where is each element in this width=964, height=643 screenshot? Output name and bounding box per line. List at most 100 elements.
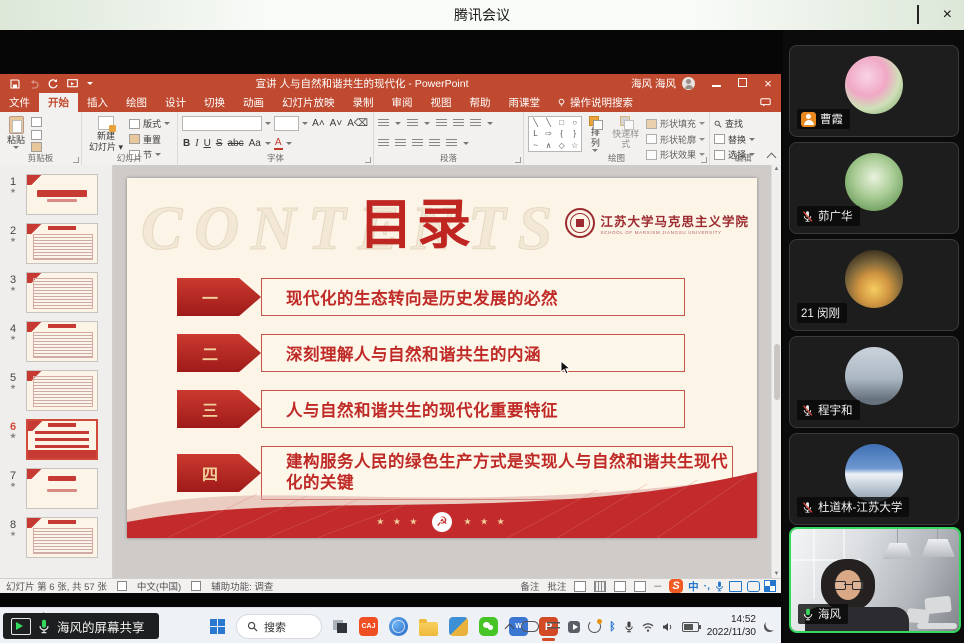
redo-icon[interactable] [48, 79, 58, 89]
thumbnail-slide-8[interactable]: 8★ [0, 517, 112, 558]
account-avatar[interactable] [682, 77, 695, 90]
thumbnail-slide-1[interactable]: 1★ [0, 174, 112, 215]
italic-button[interactable]: I [194, 138, 199, 149]
accessibility-icon[interactable] [191, 581, 201, 591]
strikethrough-button[interactable]: S [215, 138, 224, 149]
underline-button[interactable]: U [203, 138, 212, 149]
slideshow-icon[interactable] [67, 79, 78, 89]
spellcheck-icon[interactable] [117, 581, 127, 591]
language-indicator[interactable]: 中文(中国) [137, 579, 181, 593]
caj-viewer-icon[interactable]: CAJ [359, 617, 378, 636]
slide-sorter-view-button[interactable] [594, 581, 606, 592]
layout-button[interactable]: 版式 [129, 117, 170, 130]
tell-me-search[interactable]: 操作说明搜索 [549, 93, 641, 112]
increase-indent-button[interactable] [453, 119, 464, 128]
scroll-down-icon[interactable]: ▼ [774, 571, 780, 577]
comments-button[interactable]: 批注 [547, 579, 566, 593]
thumbnail-slide-5[interactable]: 5★ [0, 370, 112, 411]
ime-skin-icon[interactable] [747, 581, 760, 592]
scroll-up-icon[interactable]: ▲ [774, 166, 780, 172]
thumbnail-slide-3[interactable]: 3★ [0, 272, 112, 313]
participant-tile[interactable]: 杜道林-江苏大学 [789, 433, 959, 525]
grow-font-button[interactable]: A˄ [311, 118, 326, 129]
taskbar-clock[interactable]: 14:522022/11/30 [707, 614, 756, 639]
documents-app-icon[interactable] [449, 617, 468, 636]
wechat-icon[interactable] [479, 617, 498, 636]
start-button[interactable] [210, 619, 225, 634]
numbering-button[interactable] [407, 119, 418, 128]
tray-settings-icon[interactable] [547, 622, 560, 632]
shape-fill-button[interactable]: 形状填充 [646, 117, 705, 130]
task-view-button[interactable] [333, 620, 348, 633]
ppt-restore-button[interactable] [729, 78, 755, 90]
vertical-scrollbar[interactable]: ▲ ▼ [771, 165, 781, 578]
network-icon[interactable] [642, 622, 654, 632]
tab-home[interactable]: 开始 [39, 93, 78, 112]
align-center-button[interactable] [395, 139, 406, 148]
comment-icon[interactable] [760, 98, 771, 107]
volume-icon[interactable] [662, 622, 674, 632]
participant-tile[interactable]: 程宇和 [789, 336, 959, 428]
participant-tile[interactable]: 21 闵刚 [789, 239, 959, 331]
font-dialog-launcher[interactable] [365, 157, 371, 163]
copy-button[interactable] [31, 130, 42, 140]
toc-item-2[interactable]: 二 深刻理解人与自然和谐共生的内涵 [177, 334, 737, 372]
columns-button[interactable] [446, 139, 457, 148]
thumbnail-slide-4[interactable]: 4★ [0, 321, 112, 362]
tab-review[interactable]: 审阅 [383, 93, 422, 112]
tray-sync-icon[interactable] [588, 620, 601, 633]
tray-overflow-chevron[interactable] [505, 623, 515, 633]
tab-slideshow[interactable]: 幻灯片放映 [273, 93, 344, 112]
paragraph-dialog-launcher[interactable] [515, 157, 521, 163]
save-icon[interactable] [10, 79, 20, 89]
ppt-minimize-button[interactable] [703, 78, 729, 90]
slide-number-indicator[interactable]: 幻灯片 第 6 张, 共 57 张 [6, 579, 107, 593]
font-size-combobox[interactable] [274, 116, 299, 131]
quick-styles-button[interactable]: 快速样式 [608, 115, 643, 153]
tab-transitions[interactable]: 切换 [195, 93, 234, 112]
new-slide-button[interactable]: 新建幻灯片 ▾ [86, 115, 126, 153]
reset-button[interactable]: 重置 [129, 133, 170, 146]
align-left-button[interactable] [378, 139, 389, 148]
tray-cloud-icon[interactable] [521, 621, 539, 632]
tab-help[interactable]: 帮助 [461, 93, 500, 112]
file-explorer-icon[interactable] [419, 622, 438, 636]
tab-design[interactable]: 设计 [156, 93, 195, 112]
arrange-button[interactable]: 排列 [585, 115, 605, 153]
clipboard-dialog-launcher[interactable] [73, 157, 79, 163]
drawing-dialog-launcher[interactable] [701, 157, 707, 163]
tab-animations[interactable]: 动画 [234, 93, 273, 112]
tab-rain-classroom[interactable]: 雨课堂 [500, 93, 550, 112]
line-spacing-button[interactable] [470, 119, 481, 128]
case-button[interactable]: Aa [248, 138, 262, 149]
char-spacing-button[interactable]: abc [226, 138, 244, 149]
reading-view-button[interactable] [614, 581, 626, 592]
decrease-indent-button[interactable] [436, 119, 447, 128]
toc-item-1[interactable]: 一 现代化的生态转向是历史发展的必然 [177, 278, 737, 316]
participant-tile[interactable]: 茆广华 [789, 142, 959, 234]
font-name-combobox[interactable] [182, 116, 262, 131]
tab-insert[interactable]: 插入 [78, 93, 117, 112]
ime-mic-icon[interactable] [715, 581, 724, 592]
participant-tile[interactable]: 曹霞 [789, 45, 959, 137]
slide-canvas[interactable]: CONTENTS 目录 江苏大学马克思主义学院 SCHOOL OF MARXIS… [127, 178, 757, 538]
undo-icon[interactable] [29, 79, 39, 89]
format-painter-button[interactable] [31, 142, 42, 152]
tray-media-icon[interactable] [568, 621, 580, 633]
tray-mic-icon[interactable] [624, 621, 634, 633]
ppt-close-button[interactable]: × [755, 76, 781, 91]
replace-button[interactable]: 替换 [714, 133, 755, 146]
thumbnail-slide-2[interactable]: 2★ [0, 223, 112, 264]
find-button[interactable]: 查找 [714, 117, 755, 130]
bold-button[interactable]: B [182, 138, 191, 149]
clear-formatting-button[interactable]: A⌫ [346, 118, 369, 129]
normal-view-button[interactable] [574, 581, 586, 592]
shrink-font-button[interactable]: A˅ [329, 118, 344, 129]
tab-draw[interactable]: 绘图 [117, 93, 156, 112]
participant-tile-speaking[interactable]: 海风 [789, 527, 961, 633]
ime-keyboard-icon[interactable] [729, 581, 742, 592]
zoom-out-button[interactable]: ─ [654, 581, 661, 592]
cut-button[interactable] [31, 117, 42, 127]
paste-button[interactable]: 粘贴 [4, 115, 28, 153]
sogou-logo-icon[interactable]: S [669, 579, 683, 593]
